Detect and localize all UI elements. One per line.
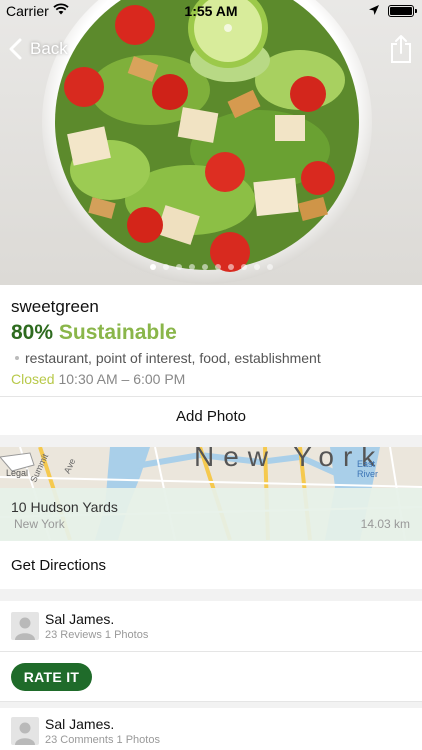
reviewer-meta: 23 Comments 1 Photos (45, 734, 160, 746)
distance-label: 14.03 km (360, 517, 410, 531)
avatar (11, 612, 39, 640)
reviewer-meta: 23 Reviews 1 Photos (45, 629, 149, 641)
score-percent: 80% (11, 321, 54, 344)
map-legal-link[interactable]: Legal (6, 468, 28, 478)
pager-dot[interactable] (175, 264, 182, 270)
pager-dot[interactable] (201, 264, 208, 270)
pager-dot[interactable] (214, 264, 221, 270)
pager-dot[interactable] (240, 264, 247, 270)
place-name: sweetgreen (11, 297, 99, 316)
address-panel[interactable]: 10 Hudson Yards New York 14.03 km (0, 488, 422, 541)
pager-dot[interactable] (162, 264, 169, 270)
rate-it-button[interactable]: RATE IT (11, 663, 92, 691)
pager-dot[interactable] (253, 264, 260, 270)
avatar (11, 717, 39, 745)
sustainability-score: 80% Sustainable (11, 321, 411, 345)
review-item[interactable]: Sal James. 23 Reviews 1 Photos (0, 601, 422, 651)
back-label: Back (30, 39, 68, 58)
user-icon (15, 722, 35, 745)
pager-dot[interactable] (266, 264, 273, 270)
back-button[interactable]: Back (8, 36, 68, 62)
bullet-icon (15, 356, 19, 360)
status-bar: Carrier 1:55 AM (0, 0, 422, 22)
map-river-label: East River (357, 459, 379, 479)
photo-pager[interactable] (0, 264, 422, 270)
location-arrow-icon (369, 5, 379, 15)
reviewer-name: Sal James. (45, 611, 115, 627)
map-city-label: New York (194, 447, 385, 472)
battery-icon (388, 5, 417, 17)
address-city: New York (14, 517, 65, 531)
section-gap (0, 589, 422, 601)
share-icon[interactable] (388, 34, 414, 64)
review-item[interactable]: Sal James. 23 Comments 1 Photos (0, 708, 422, 750)
place-types: restaurant, point of interest, food, est… (11, 350, 411, 366)
address-street: 10 Hudson Yards (11, 499, 118, 515)
pager-dot[interactable] (188, 264, 195, 270)
section-gap (0, 435, 422, 447)
score-label: Sustainable (58, 321, 177, 344)
status-time: 1:55 AM (184, 3, 238, 19)
opening-hours: Closed 10:30 AM – 6:00 PM (11, 371, 411, 387)
chevron-left-icon (9, 38, 22, 60)
place-types-text: restaurant, point of interest, food, est… (25, 350, 321, 366)
open-status: Closed (11, 371, 55, 387)
place-photo[interactable]: Carrier 1:55 AM Back (0, 0, 422, 285)
hours-range: 10:30 AM – 6:00 PM (58, 371, 186, 387)
place-info: sweetgreen 80% Sustainable restaurant, p… (0, 285, 422, 395)
pager-dot[interactable] (149, 264, 156, 270)
pager-dot[interactable] (227, 264, 234, 270)
divider (0, 651, 422, 652)
get-directions-button[interactable]: Get Directions (0, 541, 422, 589)
add-photo-button[interactable]: Add Photo (0, 397, 422, 435)
reviewer-name: Sal James. (45, 716, 115, 732)
user-icon (15, 617, 35, 640)
